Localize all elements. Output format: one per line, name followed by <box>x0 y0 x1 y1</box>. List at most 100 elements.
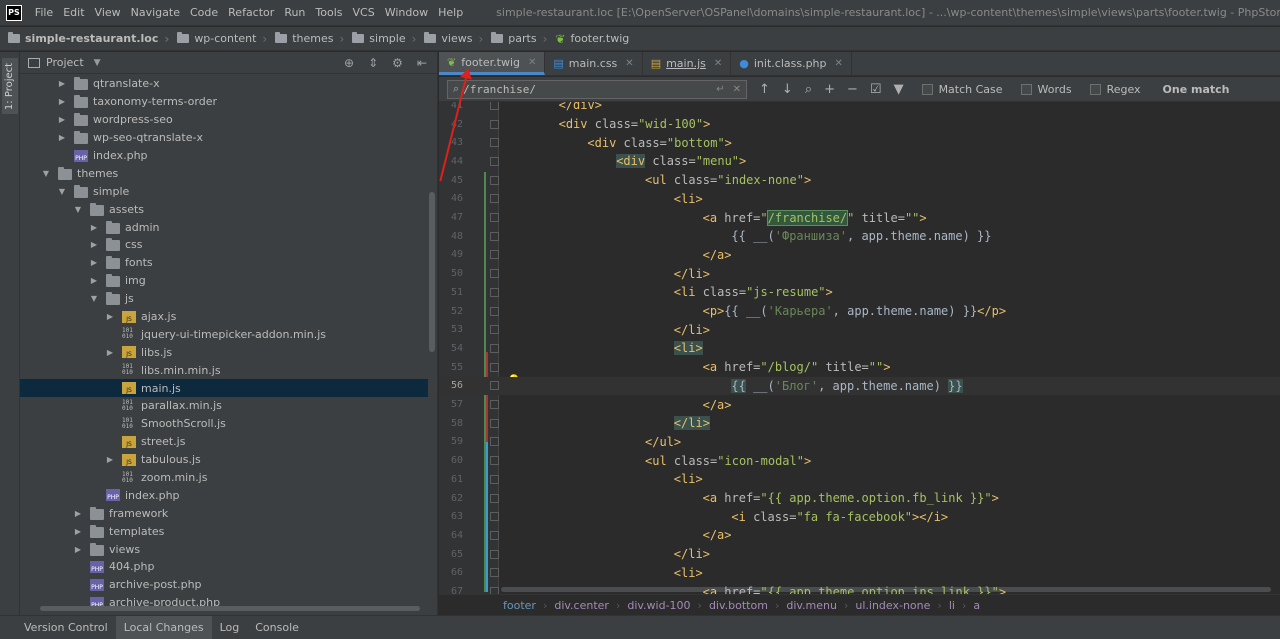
menu-file[interactable]: File <box>30 0 58 26</box>
code-line[interactable]: 41</div> <box>439 102 1280 115</box>
structure-crumb[interactable]: a <box>973 599 980 612</box>
fold-marker-icon[interactable] <box>490 250 499 260</box>
collapse-arrow-icon[interactable]: ▶ <box>90 258 98 267</box>
fold-marker-icon[interactable] <box>490 102 499 110</box>
structure-crumb[interactable]: div.center <box>554 599 609 612</box>
search-input[interactable] <box>463 82 684 96</box>
code-line[interactable]: 42 <div class="wid-100"> <box>439 115 1280 134</box>
menu-help[interactable]: Help <box>433 0 468 26</box>
expand-arrow-icon[interactable]: ▼ <box>90 294 98 303</box>
fold-marker-icon[interactable] <box>490 493 499 503</box>
tree-item[interactable]: ▶ css <box>20 236 428 254</box>
tree-item[interactable]: ▶ 101010 parallax.min.js <box>20 397 428 415</box>
regex-checkbox[interactable]: Regex <box>1089 83 1141 96</box>
filter-icon[interactable]: ▼ <box>894 82 904 97</box>
fold-marker-icon[interactable] <box>490 287 499 297</box>
breadcrumb-item[interactable]: simple-restaurant.loc › <box>0 32 169 46</box>
tree-item[interactable]: ▶ wordpress-seo <box>20 111 428 129</box>
menu-view[interactable]: View <box>90 0 126 26</box>
tree-item[interactable]: ▶ JS street.js <box>20 433 428 451</box>
fold-marker-icon[interactable] <box>490 306 499 316</box>
code-line[interactable]: 51 <li class="js-resume"> <box>439 283 1280 302</box>
fold-marker-icon[interactable] <box>490 418 499 428</box>
code-line[interactable]: 47 <a href="/franchise/" title=""> <box>439 208 1280 227</box>
code-line[interactable]: 59 </ul> <box>439 433 1280 452</box>
fold-marker-icon[interactable] <box>490 474 499 484</box>
tree-item[interactable]: ▶ 101010 libs.min.min.js <box>20 361 428 379</box>
words-checkbox[interactable]: Words <box>1020 83 1072 96</box>
collapse-arrow-icon[interactable]: ▶ <box>106 312 114 321</box>
collapse-arrow-icon[interactable]: ▶ <box>106 455 114 464</box>
fold-marker-icon[interactable] <box>490 437 499 447</box>
tree-item[interactable]: ▶ fonts <box>20 254 428 272</box>
expand-arrow-icon[interactable]: ▼ <box>42 169 50 178</box>
code-line[interactable]: 48 {{ __('Франшиза', app.theme.name) }} <box>439 227 1280 246</box>
tree-item[interactable]: ▶ 101010 SmoothScroll.js <box>20 415 428 433</box>
code-line[interactable]: 50 </li> <box>439 264 1280 283</box>
fold-marker-icon[interactable] <box>490 325 499 335</box>
match-case-box[interactable] <box>921 83 933 95</box>
collapse-arrow-icon[interactable]: ▶ <box>58 133 66 142</box>
fold-marker-icon[interactable] <box>490 568 499 578</box>
tree-item[interactable]: ▶ qtranslate-x <box>20 75 428 93</box>
menu-edit[interactable]: Edit <box>58 0 89 26</box>
code-line[interactable]: 64 </a> <box>439 526 1280 545</box>
project-tool-tab[interactable]: 1: Project <box>2 58 18 114</box>
breadcrumb-item[interactable]: themes › <box>267 32 344 46</box>
tree-item[interactable]: ▶ img <box>20 272 428 290</box>
tree-item[interactable]: ▼ themes <box>20 164 428 182</box>
previous-occurrence-icon[interactable]: ↑ <box>759 82 770 97</box>
code-line[interactable]: 46 <li> <box>439 190 1280 209</box>
tree-item[interactable]: ▼ assets <box>20 200 428 218</box>
tree-item[interactable]: ▶ PHP archive-post.php <box>20 576 428 594</box>
code-line[interactable]: 66 <li> <box>439 564 1280 583</box>
breadcrumb-item[interactable]: simple › <box>344 32 416 46</box>
menu-run[interactable]: Run <box>279 0 310 26</box>
menu-code[interactable]: Code <box>185 0 223 26</box>
words-box[interactable] <box>1020 83 1032 95</box>
tree-item[interactable]: ▶ JS tabulous.js <box>20 451 428 469</box>
tree-item[interactable]: ▶ JS ajax.js <box>20 308 428 326</box>
new-line-icon[interactable]: ↵ <box>716 84 724 95</box>
collapse-arrow-icon[interactable]: ▶ <box>58 97 66 106</box>
fold-marker-icon[interactable] <box>490 400 499 410</box>
tree-item[interactable]: ▶ views <box>20 540 428 558</box>
find-all-icon[interactable]: ⌕ <box>805 82 812 97</box>
collapse-arrow-icon[interactable]: ▶ <box>106 348 114 357</box>
breadcrumb-item[interactable]: wp-content › <box>169 32 267 46</box>
fold-marker-icon[interactable] <box>490 549 499 559</box>
menu-vcs[interactable]: VCS <box>348 0 380 26</box>
tree-item[interactable]: ▶ framework <box>20 504 428 522</box>
regex-box[interactable] <box>1089 83 1101 95</box>
structure-crumb[interactable]: ul.index-none <box>855 599 930 612</box>
fold-marker-icon[interactable] <box>490 194 499 204</box>
fold-marker-icon[interactable] <box>490 138 499 148</box>
collapse-arrow-icon[interactable]: ▶ <box>90 276 98 285</box>
collapse-arrow-icon[interactable]: ▶ <box>74 509 82 518</box>
expand-arrow-icon[interactable]: ▼ <box>58 187 66 196</box>
tree-item[interactable]: ▶ JS main.js <box>20 379 428 398</box>
tree-item[interactable]: ▼ simple <box>20 182 428 200</box>
breadcrumb-item[interactable]: ❦ footer.twig <box>547 32 629 46</box>
add-occurrence-icon[interactable]: + <box>824 82 835 97</box>
code-line[interactable]: 43 <div class="bottom"> <box>439 133 1280 152</box>
fold-marker-icon[interactable] <box>490 587 499 594</box>
remove-occurrence-icon[interactable]: − <box>847 82 858 97</box>
search-icon[interactable]: ⌕ <box>453 82 459 96</box>
code-line[interactable]: 45 <ul class="index-none"> <box>439 171 1280 190</box>
structure-crumb[interactable]: div.bottom <box>709 599 768 612</box>
match-case-checkbox[interactable]: Match Case <box>921 83 1003 96</box>
breadcrumb-item[interactable]: parts › <box>483 32 547 46</box>
tree-item[interactable]: ▶ JS libs.js <box>20 343 428 361</box>
tree-item[interactable]: ▶ 101010 jquery-ui-timepicker-addon.min.js <box>20 325 428 343</box>
tree-vertical-scrollbar[interactable] <box>429 192 435 352</box>
tab-main-js[interactable]: ▤ main.js ✕ <box>643 52 732 75</box>
tree-item[interactable]: ▶ PHP 404.php <box>20 558 428 576</box>
close-icon[interactable]: ✕ <box>625 58 633 69</box>
collapse-arrow-icon[interactable]: ▶ <box>58 115 66 124</box>
code-line[interactable]: 53 </li> <box>439 320 1280 339</box>
fold-marker-icon[interactable] <box>490 456 499 466</box>
collapse-arrow-icon[interactable]: ▶ <box>58 79 66 88</box>
bottom-tab-log[interactable]: Log <box>212 616 248 639</box>
tree-item[interactable]: ▶ templates <box>20 522 428 540</box>
